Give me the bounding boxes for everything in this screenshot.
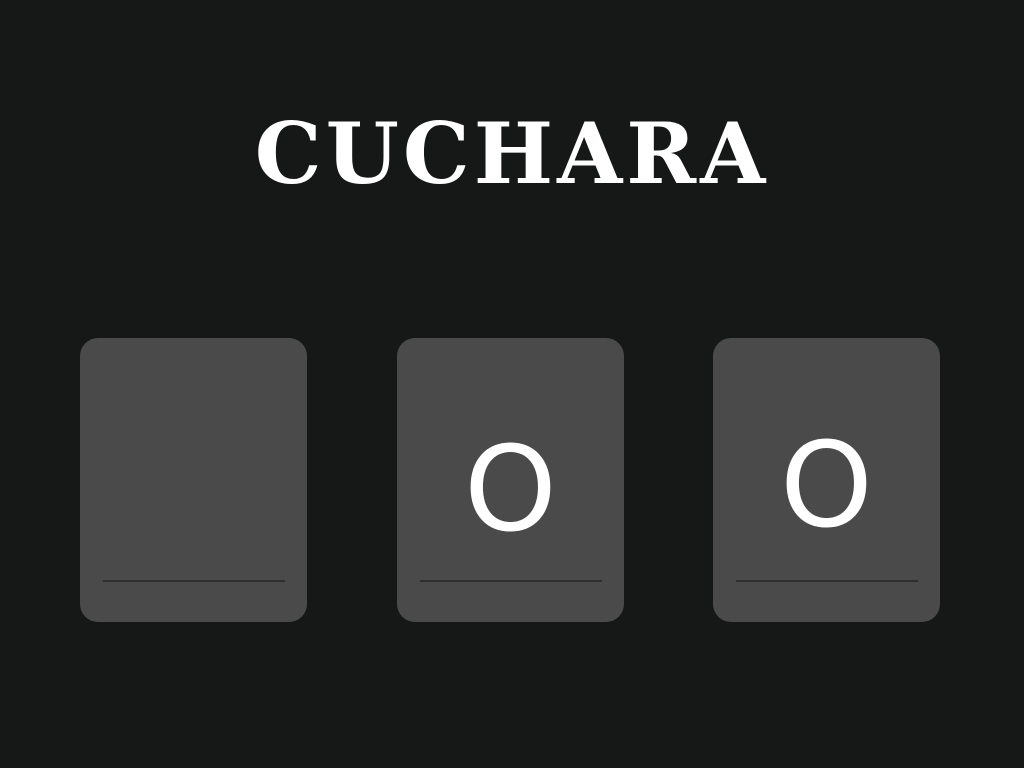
slot-underline	[103, 580, 285, 582]
letter-slot-2[interactable]: O	[397, 338, 624, 622]
letter-slot-1[interactable]	[80, 338, 307, 622]
target-word: CUCHARA	[254, 104, 770, 203]
slot-letter: O	[780, 416, 873, 554]
slot-underline	[736, 580, 918, 582]
letter-slot-3[interactable]: O	[713, 338, 940, 622]
slot-letter: O	[464, 420, 557, 558]
game-board: CUCHARA O O	[0, 0, 1024, 768]
slot-underline	[420, 580, 602, 582]
